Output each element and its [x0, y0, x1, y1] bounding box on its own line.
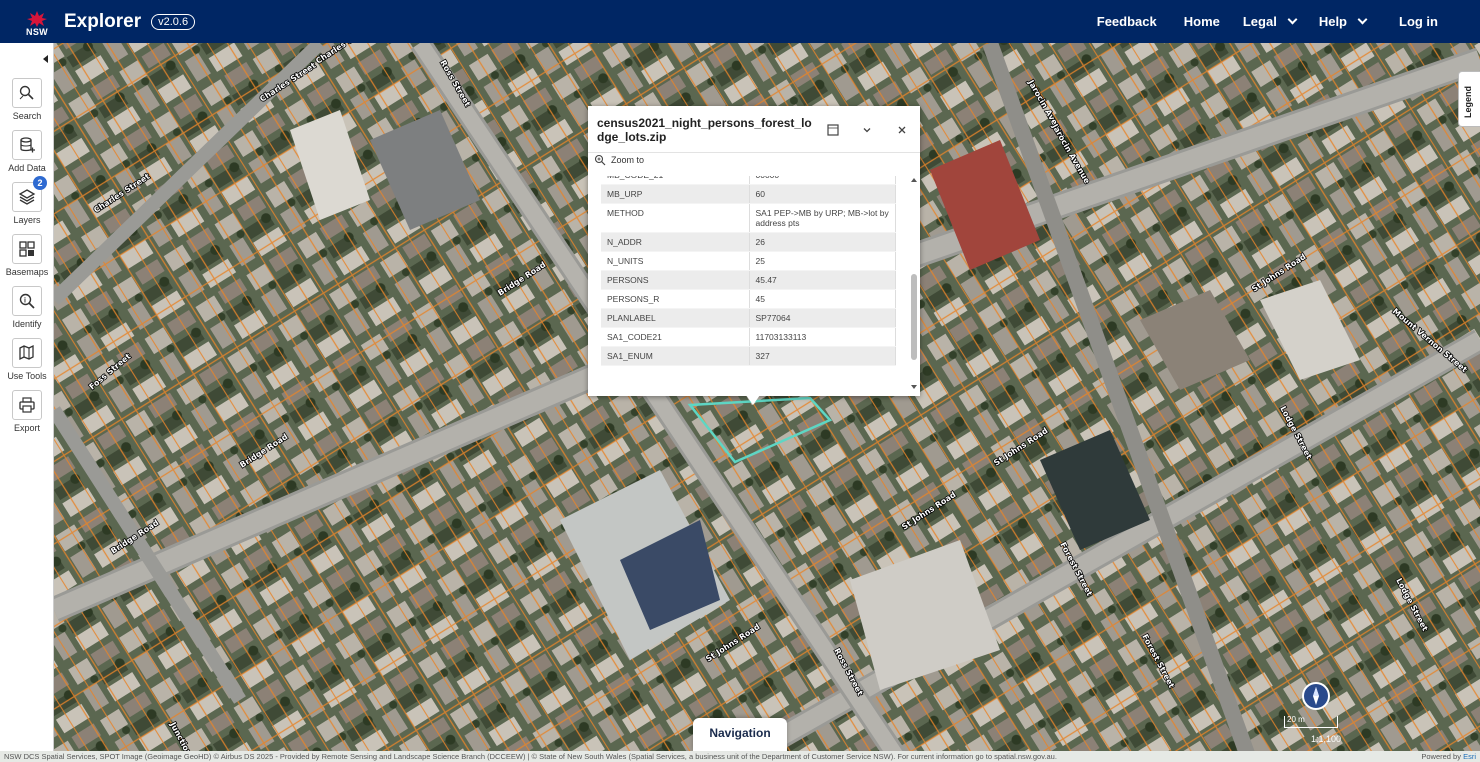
- attribute-key: MB_URP: [601, 184, 750, 204]
- nav-help-label: Help: [1318, 14, 1347, 29]
- chevron-down-icon[interactable]: [860, 123, 874, 137]
- tool-label: Basemaps: [5, 267, 49, 277]
- attribution-text: NSW DCS Spatial Services, SPOT Image (Ge…: [4, 752, 1057, 761]
- nav-home[interactable]: Home: [1184, 14, 1220, 29]
- attribute-table-container[interactable]: MB_CODE_2100000MB_URP60METHODSA1 PEP->MB…: [601, 176, 896, 395]
- attribute-row: SA1_ENUM 327: [601, 346, 896, 366]
- attribute-value: SA1 PEP->MB by URP; MB->lot by address p…: [749, 203, 896, 233]
- tool-label: Use Tools: [7, 371, 47, 381]
- nav-legal-label: Legal: [1242, 14, 1277, 29]
- compass-icon[interactable]: [1302, 682, 1330, 710]
- left-toolbar: Search Add Data 2 Layers Basemaps i Iden…: [0, 43, 54, 751]
- attribute-key: SA1_ENUM: [601, 346, 750, 366]
- attribute-value: 60: [749, 184, 896, 204]
- close-icon[interactable]: [895, 123, 909, 137]
- zoom-icon: [594, 154, 606, 166]
- scale-bar-label: 20 m: [1287, 715, 1305, 724]
- attribute-value: SP77064: [749, 308, 896, 328]
- scale-ratio: 1:1,100: [1311, 734, 1342, 744]
- tool-export[interactable]: Export: [0, 390, 54, 433]
- scroll-up-icon[interactable]: [910, 176, 918, 184]
- svg-text:i: i: [24, 298, 26, 305]
- tool-search[interactable]: Search: [0, 78, 54, 121]
- logo-text: NSW: [26, 26, 48, 37]
- map-attribution: NSW DCS Spatial Services, SPOT Image (Ge…: [0, 751, 1480, 762]
- attribute-value: 00000: [749, 176, 896, 185]
- attribute-value: 11703133113: [749, 327, 896, 347]
- popup-divider: [588, 152, 920, 153]
- popup-title: census2021_night_persons_forest_lodge_lo…: [597, 116, 812, 144]
- database-icon[interactable]: [12, 130, 42, 160]
- attribute-value: 45.47: [749, 270, 896, 290]
- tool-label: Layers: [13, 215, 41, 225]
- version-badge: v2.0.6: [151, 13, 196, 30]
- app-header: NSW Explorer v2.0.6 Feedback Home Legal …: [0, 0, 1480, 43]
- navigation-button[interactable]: Navigation: [693, 718, 787, 751]
- nav-login[interactable]: Log in: [1399, 14, 1438, 29]
- app-title: Explorer: [64, 10, 142, 32]
- attribute-row: PERSONS 45.47: [601, 270, 896, 290]
- legend-tab-label: Legend: [1463, 85, 1473, 118]
- attribute-value: 45: [749, 289, 896, 309]
- identify-icon[interactable]: i: [12, 286, 42, 316]
- attribute-key: PERSONS: [601, 270, 750, 290]
- attribute-key: N_ADDR: [601, 232, 750, 252]
- nav-help[interactable]: Help: [1318, 14, 1368, 29]
- nav-feedback[interactable]: Feedback: [1097, 14, 1157, 29]
- layers-icon[interactable]: 2: [12, 176, 47, 212]
- powered-by-label: Powered by: [1421, 752, 1461, 761]
- attribute-value: 327: [749, 346, 896, 366]
- waratah-icon: [27, 10, 47, 27]
- esri-link[interactable]: Esri: [1463, 752, 1476, 761]
- legend-tab[interactable]: Legend: [1458, 71, 1480, 127]
- chevron-down-icon: [1357, 14, 1368, 25]
- attribute-row: N_ADDR 26: [601, 232, 896, 252]
- attribute-table: MB_CODE_2100000MB_URP60METHODSA1 PEP->MB…: [601, 176, 896, 366]
- tool-label: Identify: [12, 319, 42, 329]
- attribute-row: N_UNITS 25: [601, 251, 896, 271]
- attribute-key: PERSONS_R: [601, 289, 750, 309]
- powered-by[interactable]: Powered by Esri: [1421, 751, 1476, 762]
- tool-label: Export: [13, 423, 40, 433]
- zoom-to-button[interactable]: Zoom to: [594, 154, 644, 166]
- attribute-row: PLANLABEL SP77064: [601, 308, 896, 328]
- attribute-row: METHOD SA1 PEP->MB by URP; MB->lot by add…: [601, 203, 896, 233]
- scroll-thumb[interactable]: [911, 274, 917, 360]
- attribute-key: METHOD: [601, 203, 750, 233]
- attribute-value: 26: [749, 232, 896, 252]
- tool-use-tools[interactable]: Use Tools: [0, 338, 54, 381]
- search-map-icon[interactable]: [12, 78, 42, 108]
- collapse-toolbar-icon[interactable]: [43, 55, 48, 63]
- tool-label: Add Data: [8, 163, 46, 173]
- tool-layers[interactable]: 2 Layers: [0, 176, 54, 225]
- attribute-key: N_UNITS: [601, 251, 750, 271]
- tool-basemaps[interactable]: Basemaps: [0, 234, 54, 277]
- dock-icon[interactable]: [826, 123, 840, 137]
- zoom-to-label: Zoom to: [611, 155, 645, 165]
- layers-count-badge: 2: [33, 176, 47, 190]
- attribute-key: PLANLABEL: [601, 308, 750, 328]
- tool-add-data[interactable]: Add Data: [0, 130, 54, 173]
- tool-identify[interactable]: i Identify: [0, 286, 54, 329]
- basemap-grid-icon[interactable]: [12, 234, 42, 264]
- printer-icon[interactable]: [12, 390, 42, 420]
- attribute-key: MB_CODE_21: [601, 176, 750, 185]
- chevron-down-icon: [1287, 14, 1298, 25]
- popup-pointer: [746, 395, 760, 405]
- attribute-row: MB_URP 60: [601, 184, 896, 204]
- attribute-row: PERSONS_R 45: [601, 289, 896, 309]
- top-nav: Feedback Home Legal Help Log in: [1097, 0, 1480, 43]
- popup-scrollbar[interactable]: [910, 176, 918, 392]
- nav-legal[interactable]: Legal: [1242, 14, 1298, 29]
- attribute-key: SA1_CODE21: [601, 327, 750, 347]
- attribute-row: SA1_CODE21 11703133113: [601, 327, 896, 347]
- nsw-logo[interactable]: NSW: [23, 7, 51, 37]
- tool-label: Search: [12, 111, 42, 121]
- attribute-row: MB_CODE_2100000: [601, 176, 896, 185]
- tools-map-icon[interactable]: [12, 338, 42, 368]
- attribute-value: 25: [749, 251, 896, 271]
- scroll-down-icon[interactable]: [910, 383, 918, 391]
- feature-popup: census2021_night_persons_forest_lodge_lo…: [588, 106, 920, 396]
